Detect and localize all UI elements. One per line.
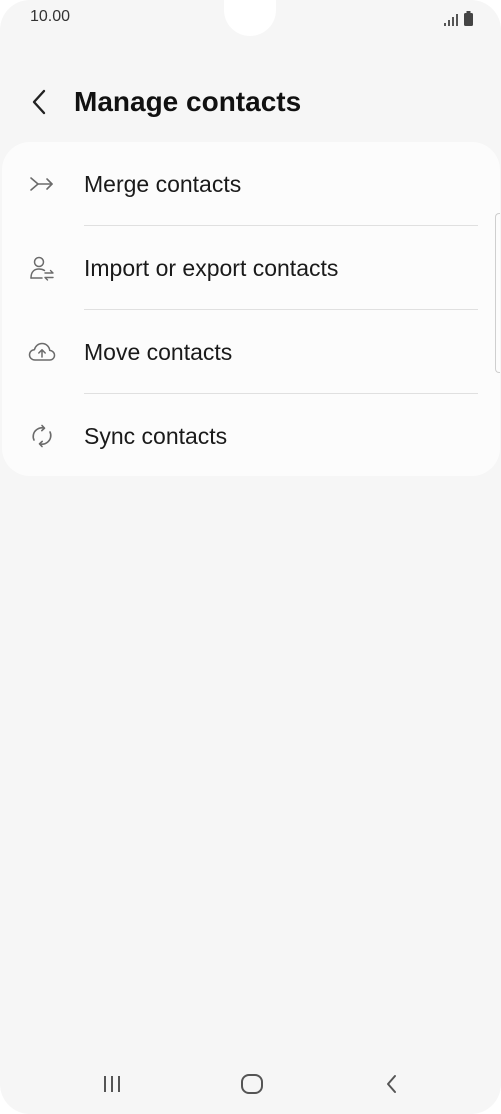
scrollbar[interactable] (495, 213, 500, 373)
menu-item-label: Move contacts (84, 339, 233, 365)
status-icons (444, 10, 473, 26)
merge-icon (28, 170, 56, 198)
options-card: Merge contacts Import or export contacts (2, 142, 500, 476)
menu-item-label: Import or export contacts (84, 255, 339, 281)
status-time: 10.00 (30, 8, 71, 25)
app-header: Manage contacts (0, 70, 501, 134)
cloud-upload-icon (28, 338, 56, 366)
recent-apps-icon (104, 1076, 120, 1092)
menu-item-label: Merge contacts (84, 171, 242, 197)
chevron-left-icon (32, 89, 46, 115)
nav-back-button[interactable] (372, 1068, 412, 1100)
person-swap-icon (28, 254, 56, 282)
navigation-bar (0, 1060, 501, 1108)
home-button[interactable] (232, 1068, 272, 1100)
page-title: Manage contacts (74, 86, 302, 117)
menu-item-label: Sync contacts (84, 423, 228, 449)
back-icon (387, 1075, 396, 1093)
merge-contacts-item[interactable]: Merge contacts (2, 142, 500, 226)
back-button[interactable] (22, 84, 58, 120)
move-contacts-item[interactable]: Move contacts (2, 310, 500, 394)
sync-icon (28, 422, 56, 450)
recent-apps-button[interactable] (92, 1068, 132, 1100)
import-export-contacts-item[interactable]: Import or export contacts (2, 226, 500, 310)
signal-icon (444, 14, 458, 26)
sync-contacts-item[interactable]: Sync contacts (2, 394, 500, 478)
home-icon (241, 1074, 263, 1094)
screen: 10.00 Manage contacts Merge contacts Imp… (0, 0, 501, 1114)
battery-icon (464, 11, 473, 26)
camera-notch (224, 0, 276, 36)
status-bar: 10.00 (0, 0, 501, 36)
